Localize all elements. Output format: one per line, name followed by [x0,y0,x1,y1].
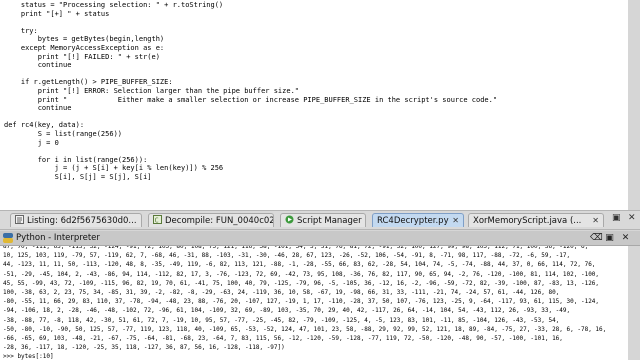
tab-bar: Listing: 6d2f5675630d0... C Decompile: FU… [0,210,640,230]
close-icon[interactable]: ✕ [620,233,631,244]
snapshot-icon[interactable]: ▣ [604,233,615,244]
svg-text:C: C [155,217,159,225]
script-manager-icon [285,215,294,224]
close-tab-icon[interactable]: ✕ [592,214,599,227]
tab-label: Listing: 6d2f5675630d0... [27,216,137,226]
tab-script-manager[interactable]: Script Manager [280,213,366,227]
code-text[interactable]: status = "Processing selection: " + r.to… [4,1,497,181]
close-icon[interactable]: ✕ [628,213,636,223]
tab-label: Script Manager [297,216,362,226]
tab-xormemoryscript[interactable]: XorMemoryScript.java (... ✕ [468,213,604,227]
decompile-icon: C [153,215,162,225]
tab-listing[interactable]: Listing: 6d2f5675630d0... [10,213,142,227]
interpreter-header: Python - Interpreter ⌫ ▣ ✕ [0,231,640,246]
interpreter-console[interactable]: 87, 70, -111, 63, -113, 32, -124, -91, 7… [0,246,628,360]
clear-console-icon[interactable]: ⌫ [590,233,603,244]
close-tab-icon[interactable]: ✕ [452,214,459,227]
tab-decompile[interactable]: C Decompile: FUN_0040c021 [148,213,274,227]
interpreter-title: Python - Interpreter [16,233,100,243]
console-output[interactable]: 87, 70, -111, 63, -113, 32, -124, -91, 7… [3,246,606,360]
tab-label: RC4Decrypter.py [377,216,449,226]
tab-label: Decompile: FUN_0040c021 [165,216,274,226]
tab-rc4decrypter[interactable]: RC4Decrypter.py ✕ [372,213,464,227]
script-editor[interactable]: status = "Processing selection: " + r.to… [0,0,628,210]
tab-label: XorMemoryScript.java (... [473,216,582,226]
listing-icon [15,215,24,224]
snapshot-icon[interactable]: ▣ [612,213,621,223]
